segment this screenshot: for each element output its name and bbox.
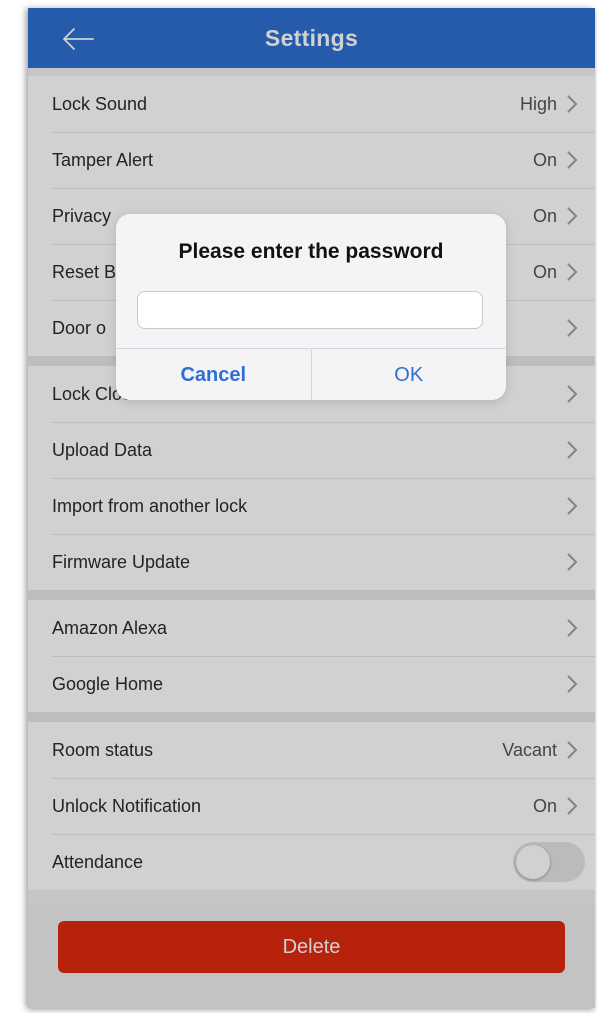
cancel-button[interactable]: Cancel (116, 349, 312, 400)
password-input[interactable] (137, 291, 483, 329)
settings-screen: Settings Lock Sound High Tamper Alert On… (28, 8, 595, 1008)
password-dialog: Please enter the password Cancel OK (116, 214, 506, 400)
ok-button[interactable]: OK (312, 349, 507, 400)
dialog-actions: Cancel OK (116, 348, 506, 400)
modal-overlay (28, 8, 595, 1008)
dialog-title: Please enter the password (178, 240, 444, 263)
